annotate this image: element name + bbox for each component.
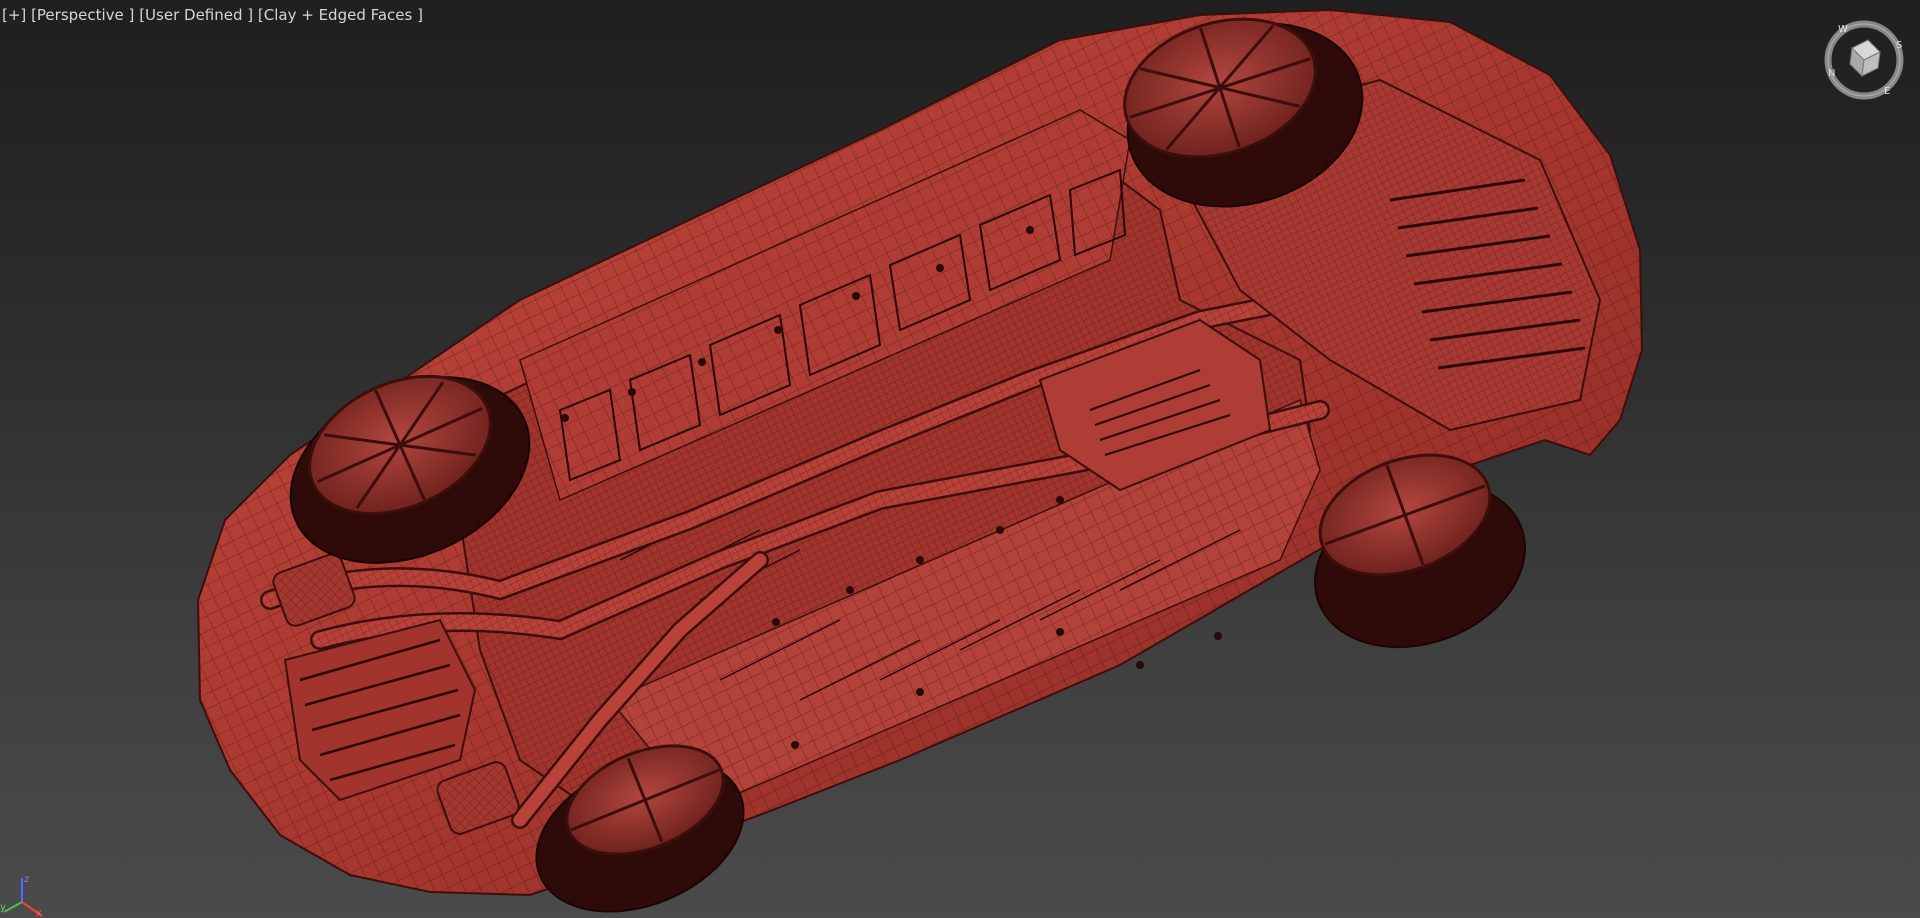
compass-e-label: E — [1884, 86, 1890, 97]
axis-z-label: z — [24, 874, 29, 885]
axis-y-label: y — [0, 902, 6, 913]
axis-tripod-icon: z y x — [0, 874, 43, 918]
viewcube-cube-icon[interactable] — [1849, 39, 1881, 78]
axis-x-label: x — [36, 908, 42, 918]
compass-s-label: S — [1896, 40, 1902, 51]
compass-w-label: W — [1838, 24, 1848, 35]
viewcube-navigation-widget[interactable]: W S E N — [1822, 18, 1906, 102]
compass-n-label: N — [1828, 68, 1835, 79]
car-underside-model[interactable] — [0, 0, 1920, 918]
perspective-viewport[interactable]: [+] [Perspective ] [User Defined ] [Clay… — [0, 0, 1920, 918]
